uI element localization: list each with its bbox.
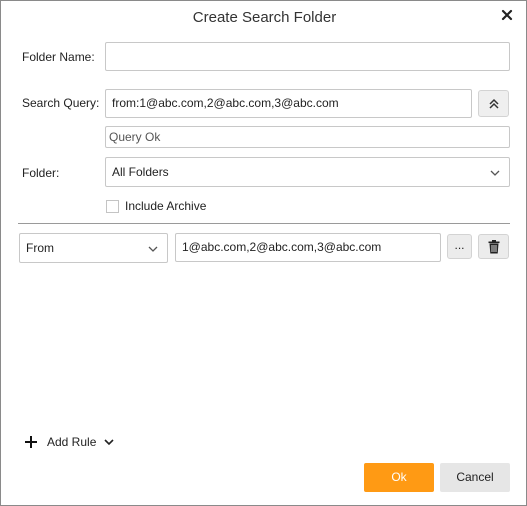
create-search-folder-dialog: Create Search Folder Folder Name: Search… bbox=[0, 0, 527, 506]
dialog-title: Create Search Folder bbox=[192, 9, 337, 26]
include-archive-checkbox[interactable] bbox=[106, 199, 119, 213]
plus-icon bbox=[25, 436, 37, 448]
ok-button[interactable]: Ok bbox=[364, 463, 434, 492]
divider bbox=[18, 223, 510, 224]
trash-icon bbox=[488, 239, 499, 253]
search-query-label: Search Query: bbox=[22, 96, 100, 110]
query-status: Query Ok bbox=[105, 126, 510, 148]
folder-select[interactable]: All Folders bbox=[105, 157, 510, 187]
double-chevron-up-icon bbox=[488, 98, 499, 109]
include-archive-checkbox-row[interactable]: Include Archive bbox=[106, 197, 206, 215]
close-icon[interactable] bbox=[498, 6, 516, 24]
rule-field-value: From bbox=[26, 241, 54, 255]
delete-rule-button[interactable] bbox=[478, 234, 509, 259]
chevron-down-icon bbox=[490, 170, 500, 176]
rule-value-input[interactable]: 1@abc.com,2@abc.com,3@abc.com bbox=[175, 233, 441, 262]
folder-label: Folder: bbox=[22, 166, 60, 180]
folder-name-label: Folder Name: bbox=[22, 50, 95, 64]
search-query-input[interactable]: from:1@abc.com,2@abc.com,3@abc.com bbox=[105, 89, 472, 118]
collapse-query-button[interactable] bbox=[478, 90, 509, 117]
cancel-button[interactable]: Cancel bbox=[440, 463, 510, 492]
add-rule-button[interactable]: Add Rule bbox=[25, 432, 114, 452]
folder-select-value: All Folders bbox=[112, 165, 169, 179]
rule-browse-button[interactable]: ... bbox=[447, 234, 472, 259]
chevron-down-icon bbox=[104, 439, 114, 446]
rule-field-select[interactable]: From bbox=[19, 233, 168, 263]
add-rule-label: Add Rule bbox=[47, 435, 97, 449]
include-archive-label: Include Archive bbox=[125, 199, 207, 213]
folder-name-input[interactable] bbox=[105, 42, 510, 71]
chevron-down-icon bbox=[148, 246, 158, 252]
